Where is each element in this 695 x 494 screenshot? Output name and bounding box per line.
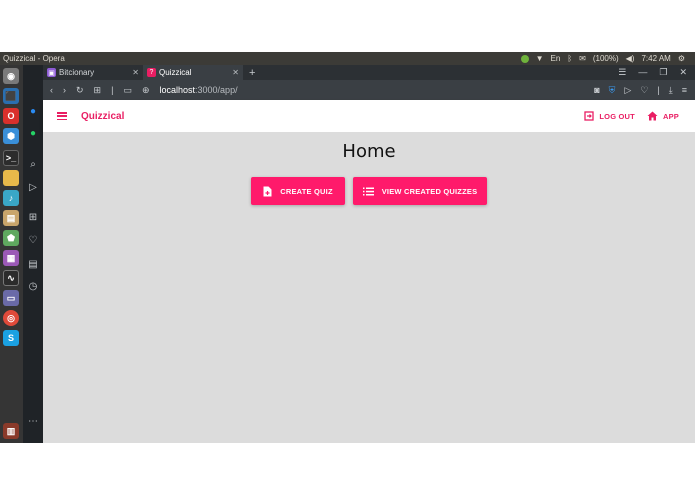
file-add-icon [263,186,272,196]
reload-icon[interactable]: ↻ [76,85,84,96]
app-icon[interactable]: ▦ [3,250,19,266]
more-icon[interactable]: ⋯ [27,415,39,427]
app-header: Quizzical LOG OUT APP [43,100,695,132]
quizzical-favicon-icon: ? [147,68,156,77]
skype-icon[interactable]: S [3,330,19,346]
home-icon [647,111,658,121]
create-quiz-label: CREATE QUIZ [280,186,333,196]
launcher: ◉ ⬛ O ⬢ >_ ♪ ▤ ⬟ ▦ ∿ ▭ ◎ S ▥ [0,65,23,443]
app-button[interactable]: APP [647,111,679,121]
heart-icon[interactable]: ♡ [27,234,39,246]
view-created-quizzes-button[interactable]: VIEW CREATED QUIZZES [353,177,487,205]
trash-icon[interactable]: ▥ [3,423,19,439]
archive-icon[interactable]: ▤ [3,210,19,226]
window-controls: ☰ — ❐ ✕ [618,67,695,78]
messenger-icon[interactable]: ● [27,105,39,117]
heart-icon[interactable]: ♡ [640,85,648,96]
send-icon[interactable]: ▷ [27,181,39,193]
chrome-icon[interactable]: ◎ [3,310,19,326]
search-icon[interactable]: ⌕ [27,158,39,170]
app-label: APP [662,111,679,121]
send-icon[interactable]: ▷ [624,85,631,96]
tab-label: Quizzical [159,68,192,77]
list-icon [362,187,374,195]
back-icon[interactable]: ‹ [50,85,53,96]
terminal-icon[interactable]: >_ [3,150,19,166]
logout-icon [584,111,595,121]
url-field[interactable]: localhost:3000/app/ [160,85,238,95]
shield-icon[interactable]: ⛨ [609,85,616,96]
battery-text[interactable]: (100%) [593,54,619,63]
tab-bitcionary[interactable]: ▣ Bitcionary ✕ [43,65,143,80]
settings-icon[interactable]: ⚙ [678,54,685,63]
address-bar: ‹ › ↻ ⊞ | ▭ ⊕ localhost:3000/app/ ◙ ⛨ ▷ … [43,80,695,100]
bitcionary-favicon-icon: ▣ [47,68,56,77]
news-icon[interactable]: ▤ [27,258,39,270]
tab-bar: ▣ Bitcionary ✕ ? Quizzical ✕ + ☰ — ❐ ✕ [43,65,695,80]
folder-icon[interactable] [3,170,19,186]
system-monitor-icon[interactable]: ∿ [3,270,19,286]
window-title: Quizzical - Opera [3,54,65,63]
close-icon[interactable]: ✕ [232,68,239,77]
android-icon[interactable]: ⬟ [3,230,19,246]
main-content: Home CREATE QUIZ VIEW CREATED QUIZZES [43,132,695,443]
restore-icon[interactable]: ❐ [659,67,667,78]
tab-menu-icon[interactable]: ☰ [618,67,626,78]
download-icon[interactable]: ⤓ [669,85,673,96]
logout-button[interactable]: LOG OUT [584,111,635,121]
update-icon[interactable] [520,54,529,63]
new-tab-icon[interactable]: + [249,67,255,79]
os-top-bar: Quizzical - Opera ▼ En ᛒ ✉ (100%) ◀) 7:4… [0,52,695,65]
bluetooth-icon[interactable]: ᛒ [567,54,572,63]
divider: | [111,84,114,95]
window-icon[interactable]: ▭ [3,290,19,306]
keyboard-icon[interactable]: En [551,54,561,63]
globe-icon: ⊕ [141,84,150,95]
divider: | [657,84,660,95]
forward-icon[interactable]: › [63,85,66,96]
network-icon[interactable]: ▼ [536,54,544,63]
dash-icon[interactable]: ◉ [3,68,19,84]
vpn-icon[interactable]: ▭ [123,85,132,96]
address-bar-actions: ◙ ⛨ ▷ ♡ | ⤓ ≡ [594,85,695,96]
menu-icon[interactable]: ≡ [682,85,687,96]
view-quizzes-label: VIEW CREATED QUIZZES [381,186,478,196]
messages-icon[interactable]: ✉ [579,54,586,63]
clock[interactable]: 7:42 AM [641,54,670,63]
url-path: :3000/app/ [195,85,238,95]
logout-label: LOG OUT [599,111,635,121]
camera-icon[interactable]: ◙ [594,85,599,96]
hamburger-menu-icon[interactable] [57,112,67,120]
opera-sidebar: ● ● ⌕ ▷ ⊞ ♡ ▤ ◷ ⋯ [23,65,43,443]
minimize-icon[interactable]: — [638,67,647,78]
nav-buttons: ‹ › ↻ ⊞ | ▭ ⊕ [43,85,150,96]
speed-dial-icon[interactable]: ⊞ [94,85,102,96]
url-host: localhost [159,85,196,95]
speed-dial-icon[interactable]: ⊞ [27,211,39,223]
close-window-icon[interactable]: ✕ [679,67,687,78]
page-title: Home [342,141,396,162]
opera-icon[interactable]: ⬛ [3,88,19,104]
header-actions: LOG OUT APP [584,111,695,121]
system-tray: ▼ En ᛒ ✉ (100%) ◀) 7:42 AM ⚙ [520,54,695,63]
brand-title[interactable]: Quizzical [81,111,124,122]
volume-icon[interactable]: ◀) [626,54,635,63]
files-icon[interactable]: ⬢ [3,128,19,144]
whatsapp-icon[interactable]: ● [27,127,39,139]
opera-browser-icon[interactable]: O [3,108,19,124]
create-quiz-button[interactable]: CREATE QUIZ [251,177,345,205]
close-icon[interactable]: ✕ [132,68,139,77]
tab-label: Bitcionary [59,68,95,77]
sound-icon[interactable]: ♪ [3,190,19,206]
tab-quizzical[interactable]: ? Quizzical ✕ [143,65,243,80]
history-icon[interactable]: ◷ [27,280,39,292]
